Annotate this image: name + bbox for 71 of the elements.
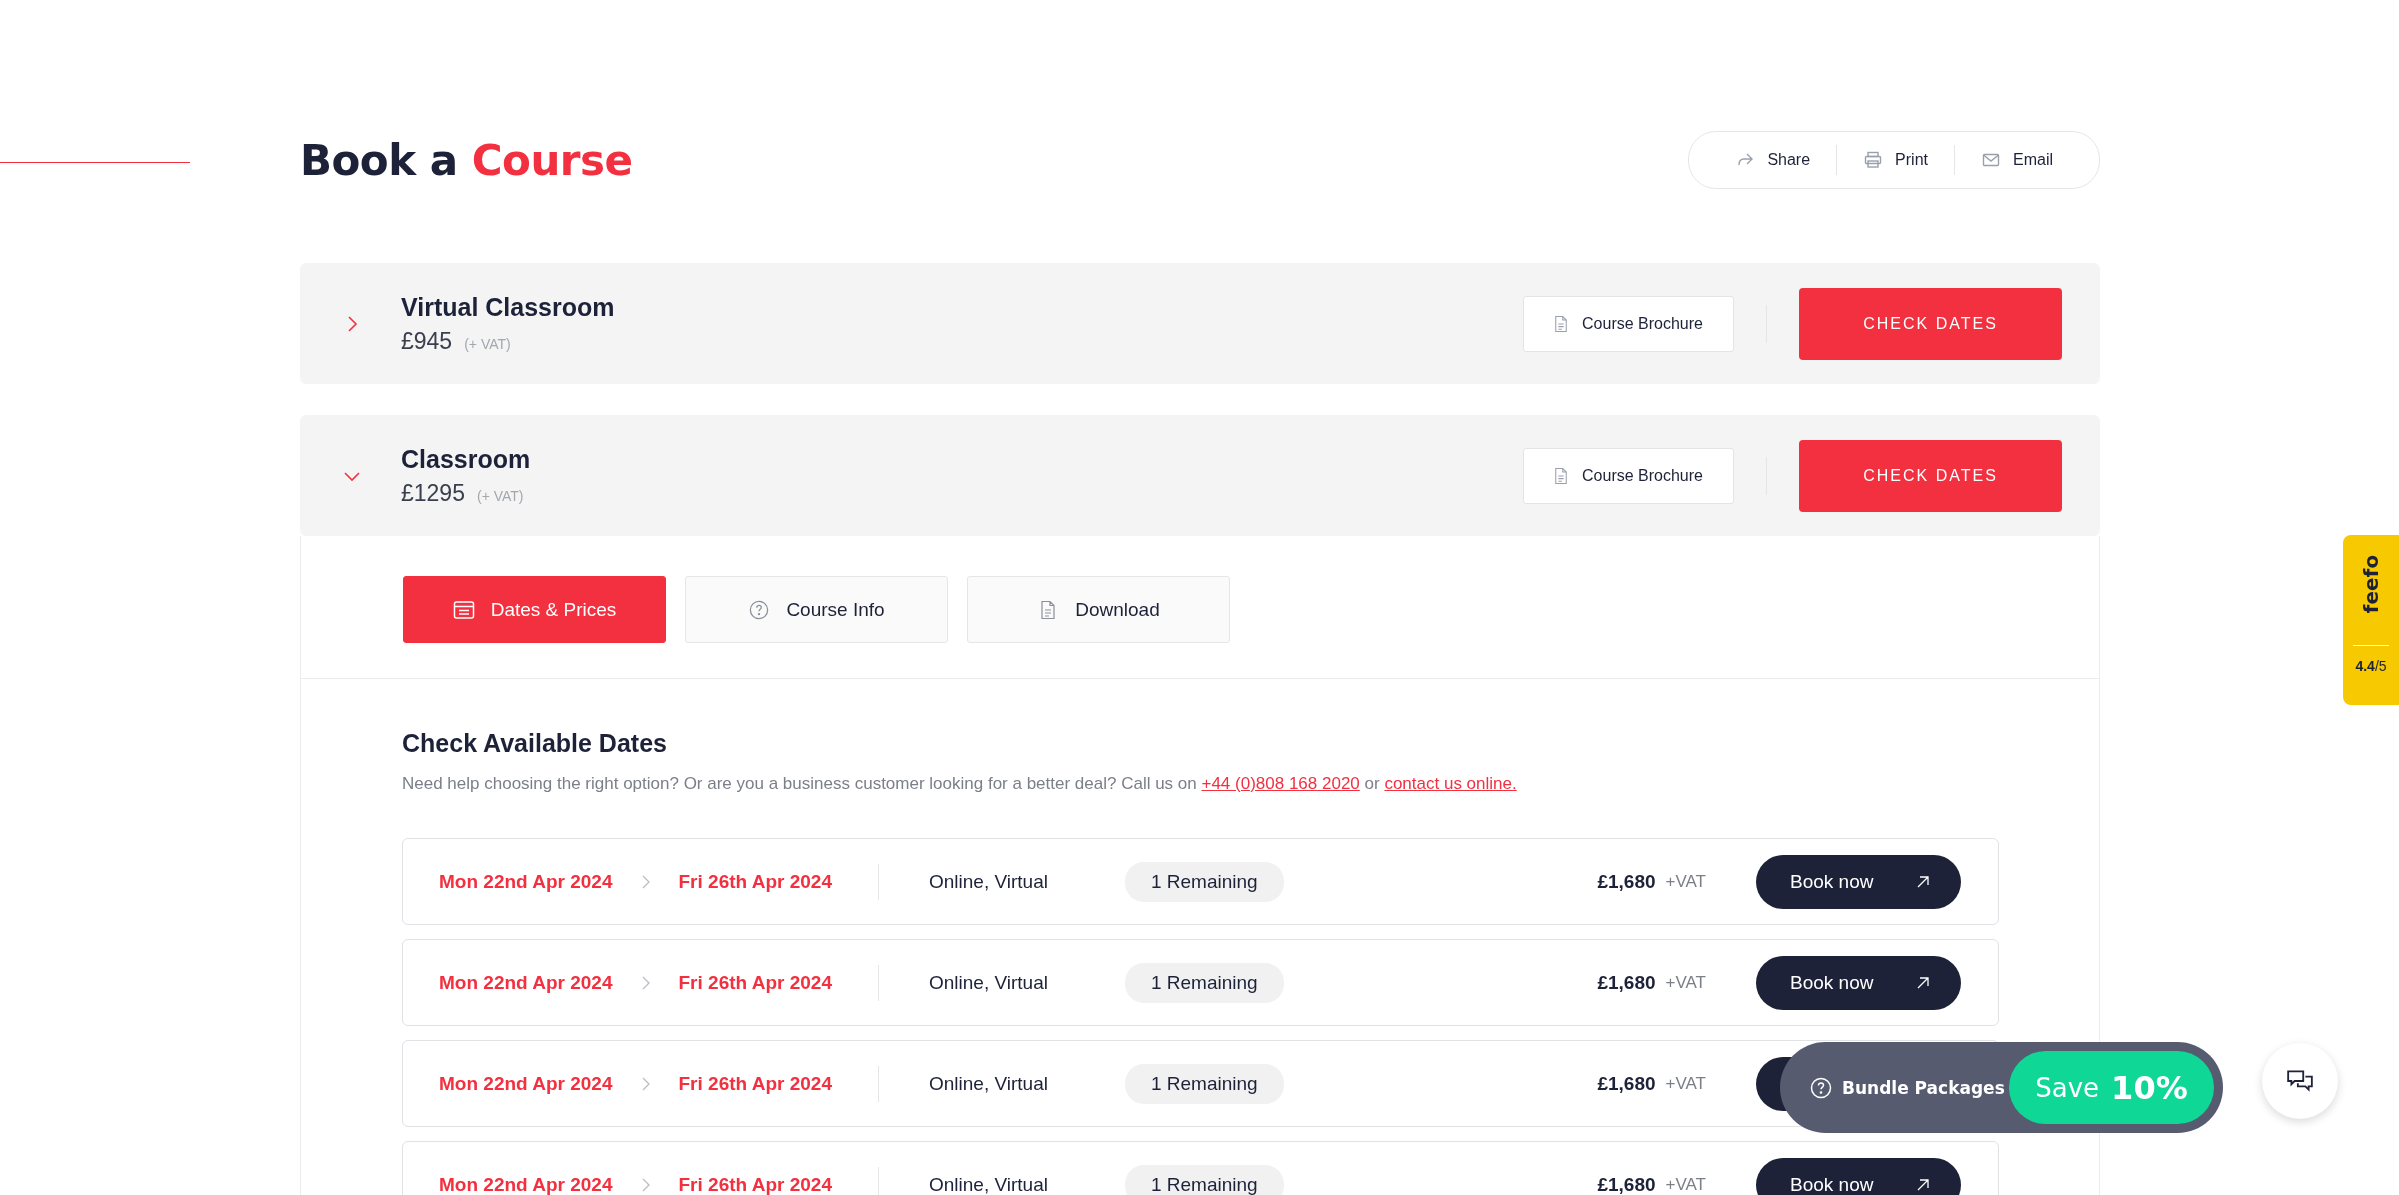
- location: Online, Virtual: [929, 870, 1049, 893]
- end-date: Fri 26th Apr 2024: [678, 1072, 832, 1095]
- share-button[interactable]: Share: [1709, 150, 1837, 170]
- price: £1,680: [1597, 1072, 1656, 1095]
- remaining-badge: 1 Remaining: [1125, 1063, 1284, 1104]
- tab[interactable]: Download: [967, 576, 1230, 643]
- check-dates-button[interactable]: CHECK DATES: [1799, 439, 2062, 512]
- course-name: Virtual Classroom: [401, 292, 616, 322]
- book-now-button[interactable]: Book now: [1756, 854, 1961, 909]
- remaining-badge: 1 Remaining: [1125, 962, 1284, 1003]
- location: Online, Virtual: [929, 1173, 1049, 1195]
- chat-button[interactable]: [2262, 1043, 2338, 1119]
- location: Online, Virtual: [929, 1072, 1049, 1095]
- location: Online, Virtual: [929, 971, 1049, 994]
- course-row[interactable]: Classroom £1295 (+ VAT) Course Brochure CHECK DATES: [300, 415, 2100, 536]
- feefo-logo: feefo: [2360, 554, 2382, 614]
- document-icon: [1554, 314, 1569, 333]
- course-price: £1295: [401, 479, 465, 507]
- vat-note: +VAT: [1665, 1174, 1706, 1195]
- page-title: Book a Course: [300, 135, 633, 185]
- end-date: Fri 26th Apr 2024: [678, 1173, 832, 1195]
- chat-icon: [2286, 1069, 2314, 1093]
- book-now-button[interactable]: Book now: [1756, 955, 1961, 1010]
- end-date: Fri 26th Apr 2024: [678, 971, 832, 994]
- course-price: £945: [401, 327, 453, 355]
- printer-icon: [1863, 150, 1884, 170]
- bundle-packages-toast[interactable]: Bundle Packages Save 10%: [1780, 1042, 2223, 1133]
- start-date: Mon 22nd Apr 2024: [439, 870, 613, 893]
- calendar-icon: [452, 599, 475, 620]
- arrow-up-right-icon: [1915, 974, 1931, 991]
- vat-note: (+ VAT): [464, 335, 511, 352]
- phone-link[interactable]: +44 (0)808 168 2020: [1201, 774, 1360, 793]
- tab[interactable]: Dates & Prices: [403, 576, 666, 643]
- help-text: Need help choosing the right option? Or are you a business customer looking for a better deal? Call us on +44 (0)808 168 2020 or contact us online.: [402, 774, 1518, 794]
- section-heading: Check Available Dates: [402, 729, 668, 758]
- vat-note: +VAT: [1665, 972, 1706, 993]
- tab[interactable]: Course Info: [685, 576, 948, 643]
- price: £1,680: [1597, 971, 1656, 994]
- arrow-up-right-icon: [1915, 1176, 1931, 1193]
- chevron-icon: [640, 1075, 651, 1092]
- course-name: Classroom: [401, 444, 532, 474]
- price: £1,680: [1597, 870, 1656, 893]
- course-brochure-button[interactable]: Course Brochure: [1523, 295, 1734, 352]
- course-row[interactable]: Virtual Classroom £945 (+ VAT) Course Brochure CHECK DATES: [300, 263, 2100, 384]
- start-date: Mon 22nd Apr 2024: [439, 1072, 613, 1095]
- start-date: Mon 22nd Apr 2024: [439, 971, 613, 994]
- document-icon: [1554, 466, 1569, 485]
- vat-note: (+ VAT): [476, 487, 524, 504]
- help-icon: [1810, 1076, 1832, 1099]
- remaining-badge: 1 Remaining: [1125, 861, 1284, 902]
- help-icon: [748, 599, 771, 620]
- rating: 4.4/5: [2355, 658, 2387, 674]
- save-badge: Save 10%: [2009, 1051, 2214, 1124]
- chevron-icon: [640, 974, 651, 991]
- start-date: Mon 22nd Apr 2024: [439, 1173, 613, 1195]
- arrow-up-right-icon: [1915, 873, 1931, 890]
- course-brochure-button[interactable]: Course Brochure: [1523, 447, 1734, 504]
- end-date: Fri 26th Apr 2024: [678, 870, 832, 893]
- contact-link[interactable]: contact us online.: [1384, 774, 1517, 793]
- book-now-button[interactable]: Book now: [1756, 1157, 1961, 1195]
- chevron-icon: [640, 1176, 651, 1193]
- remaining-badge: 1 Remaining: [1125, 1164, 1284, 1195]
- chevron-icon: [640, 873, 651, 890]
- check-dates-button[interactable]: CHECK DATES: [1799, 287, 2062, 360]
- vat-note: +VAT: [1665, 1073, 1706, 1094]
- bundle-packages-label: Bundle Packages: [1810, 1076, 2005, 1099]
- price: £1,680: [1597, 1173, 1656, 1195]
- feefo-badge[interactable]: feefo 4.4/5: [2343, 535, 2399, 705]
- vat-note: +VAT: [1665, 871, 1706, 892]
- email-button[interactable]: Email: [1955, 150, 2079, 170]
- print-button[interactable]: Print: [1837, 150, 1954, 170]
